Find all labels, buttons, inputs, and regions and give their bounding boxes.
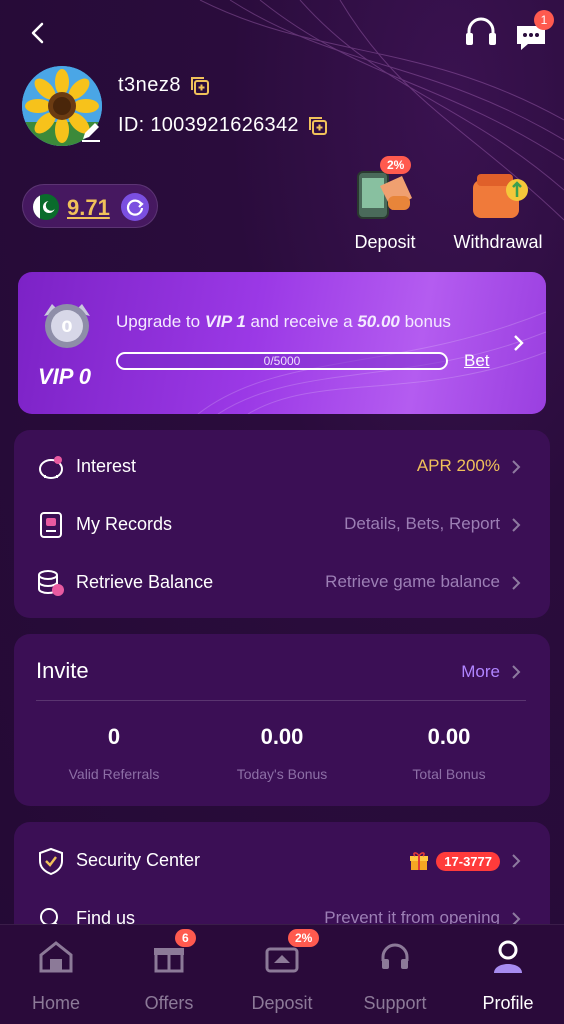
pakistan-flag-icon [33,194,59,220]
menu-item-value: Retrieve game balance [325,572,500,591]
menu-item-my-records[interactable]: My Records Details, Bets, Report [14,496,550,554]
vip-bonus-amount: 50.00 [357,312,400,331]
home-icon [36,937,76,977]
nav-label: Home [31,993,80,1013]
chat-badge: 1 [534,10,554,30]
nav-label: Profile [482,993,534,1013]
copy-icon [309,117,327,135]
vip-target: VIP 1 [204,312,246,331]
offers-badge: 6 [175,929,196,947]
withdrawal-action[interactable]: Withdrawal [443,160,553,253]
user-id: ID: 1003921626342 [118,114,299,136]
security-badge: 17-3777 [408,850,500,872]
chevron-right-icon [510,457,522,477]
menu-item-retrieve-balance[interactable]: Retrieve Balance Retrieve game balance [14,554,550,612]
menu-item-label: Retrieve Balance [76,572,214,592]
invite-card: Invite More 0 Valid Referrals 0.00 Today… [14,634,550,806]
database-coins-icon [36,568,66,598]
vip-progress-bar: 0/5000 [116,352,448,370]
username: t3nez8 [118,74,182,96]
menu-item-label: Security Center [76,850,201,870]
wallet-icon [463,160,533,228]
deposit-bonus-badge: 2% [380,156,412,174]
gift-icon [410,852,429,870]
copy-id-button[interactable] [308,116,328,136]
copy-username-button[interactable] [190,76,210,96]
nav-label: Support [363,993,427,1013]
deposit-action[interactable]: 2% Deposit [330,156,440,253]
nav-offers[interactable]: 6 Offers [113,929,225,1014]
vip-text-prefix: Upgrade to [116,312,205,331]
menu-item-value: Details, Bets, Report [344,514,500,533]
stat-valid-referrals: 0 Valid Referrals [29,724,199,782]
stat-caption: Today's Bonus [236,766,328,782]
security-badge-text: 17-3777 [436,851,500,871]
nav-profile[interactable]: Profile [452,937,564,1014]
invite-title: Invite [36,658,89,683]
menu-item-label: Interest [76,456,137,476]
gift-icon: 6 [149,929,196,977]
vip-bet-link[interactable]: Bet [464,351,490,371]
menu-item-label: My Records [76,514,173,534]
nav-home[interactable]: Home [0,937,112,1014]
pencil-icon [82,123,100,142]
stat-todays-bonus: 0.00 Today's Bonus [197,724,367,782]
account-menu-card: Interest APR 200% My Records Details, Be… [14,430,550,618]
vip-medal-number: 0 [61,317,72,336]
nav-label: Offers [144,993,194,1013]
refresh-icon [126,199,144,216]
vip-upgrade-text: Upgrade to VIP 1 and receive a 50.00 bon… [116,312,451,332]
stat-value: 0.00 [427,724,471,749]
support-button[interactable] [462,14,500,50]
nav-label: Deposit [251,993,313,1013]
messages-button[interactable]: 1 [514,10,554,52]
withdrawal-label: Withdrawal [453,232,543,252]
menu-item-security-center[interactable]: Security Center 17-3777 [14,832,550,890]
balance-pill: 9.71 [22,184,158,228]
deposit-nav-badge: 2% [288,929,320,947]
chevron-left-icon [31,22,44,44]
nav-deposit[interactable]: 2% Deposit [226,929,338,1014]
deposit-nav-icon: 2% [262,929,320,977]
vip-level: VIP 0 [38,364,91,389]
vip-medal-icon: 0 [38,296,96,354]
chevron-right-icon [510,515,522,535]
deposit-icon: 2% [350,156,420,228]
menu-item-interest[interactable]: Interest APR 200% [14,438,550,496]
vip-text-suffix: bonus [399,312,451,331]
vip-card[interactable]: 0 VIP 0 Upgrade to VIP 1 and receive a 5… [18,272,546,414]
piggy-bank-icon [36,452,66,482]
chevron-right-icon [510,573,522,593]
user-icon [488,937,528,977]
shield-check-icon [36,846,66,876]
records-icon [36,510,66,540]
vip-progress-text: 0/5000 [263,354,301,368]
headset-icon [466,17,496,45]
stat-value: 0.00 [260,724,304,749]
edit-avatar-button[interactable] [78,118,104,144]
vip-card-waves [197,311,546,414]
refresh-balance-button[interactable] [121,193,149,221]
deposit-label: Deposit [354,232,416,252]
support-icon [375,937,415,977]
chevron-right-icon [510,330,528,356]
back-button[interactable] [24,18,52,48]
stat-caption: Valid Referrals [68,766,160,782]
nav-support[interactable]: Support [339,937,451,1014]
chevron-right-icon [510,662,522,682]
stat-value: 0 [107,724,121,749]
interest-apr-value: APR 200% [416,456,500,475]
bottom-nav: Home 6 Offers 2% Deposit Support Profile [0,924,564,1024]
balance-value: 9.71 [67,195,110,220]
divider [36,700,526,701]
stat-caption: Total Bonus [412,766,486,782]
vip-text-middle: and receive a [245,312,358,331]
stat-total-bonus: 0.00 Total Bonus [364,724,534,782]
invite-more-link[interactable]: More [461,662,500,682]
chevron-right-icon [510,851,522,871]
copy-icon [191,77,209,95]
